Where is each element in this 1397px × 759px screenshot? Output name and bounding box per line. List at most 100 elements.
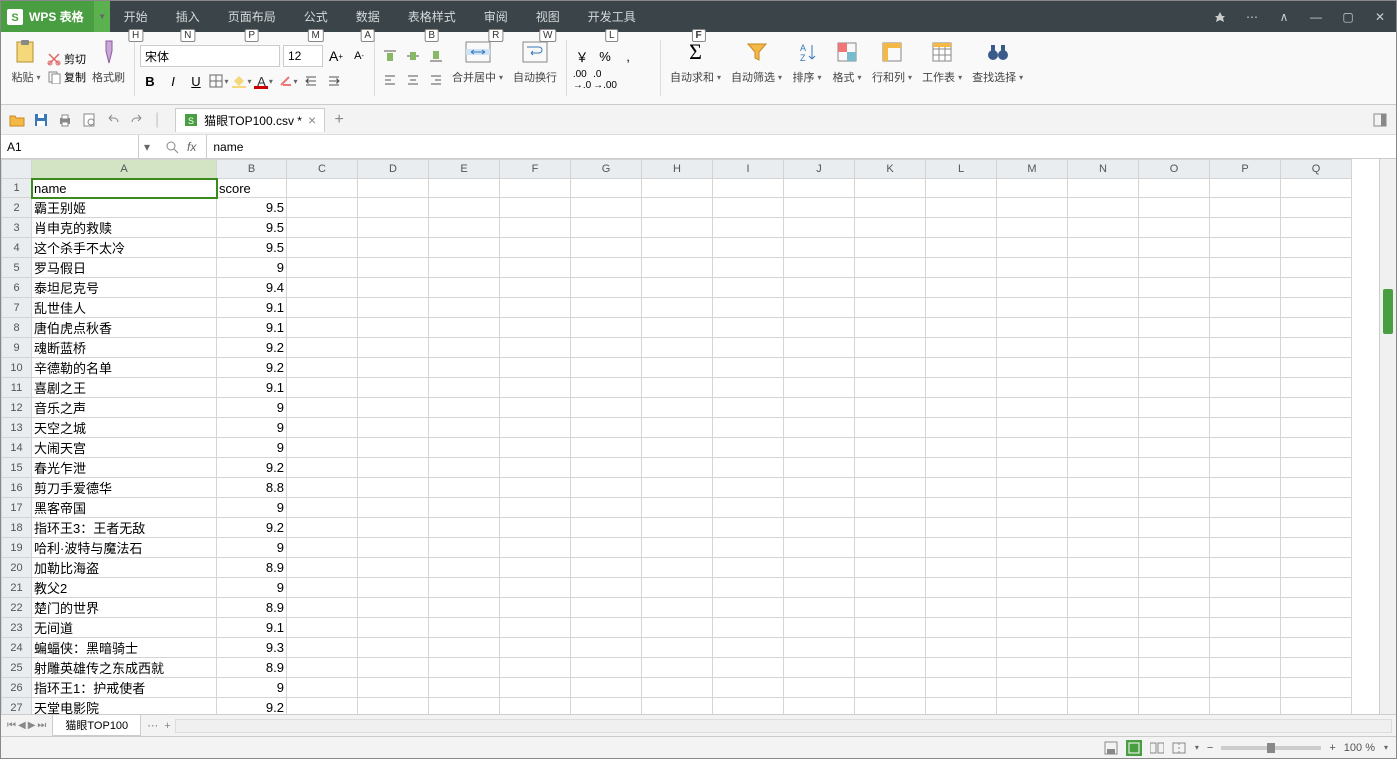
cell[interactable] (997, 298, 1068, 318)
row-header[interactable]: 1 (2, 179, 32, 198)
cell[interactable]: 9.2 (217, 358, 287, 378)
align-center-icon[interactable] (403, 70, 423, 90)
cell[interactable] (926, 618, 997, 638)
cell[interactable] (287, 298, 358, 318)
wrap-group[interactable]: 自动换行 (509, 35, 561, 101)
cell[interactable]: 8.9 (217, 598, 287, 618)
fill-color-button[interactable]: ▾ (232, 71, 252, 91)
horizontal-scrollbar[interactable] (175, 719, 1392, 733)
cell[interactable] (500, 338, 571, 358)
cell[interactable] (713, 638, 784, 658)
cell[interactable] (713, 678, 784, 698)
cell[interactable] (926, 179, 997, 198)
cell[interactable] (855, 638, 926, 658)
cell[interactable] (1139, 218, 1210, 238)
cell[interactable] (1068, 398, 1139, 418)
table-row[interactable]: 11喜剧之王9.1 (2, 378, 1352, 398)
table-row[interactable]: 15春光乍泄9.2 (2, 458, 1352, 478)
cell[interactable] (571, 258, 642, 278)
cell[interactable]: name (32, 179, 217, 198)
cell[interactable] (358, 198, 429, 218)
cell[interactable] (784, 258, 855, 278)
menu-tab-r[interactable]: 审阅R (470, 1, 522, 32)
table-row[interactable]: 14大闹天宫9 (2, 438, 1352, 458)
cell[interactable] (713, 578, 784, 598)
cell[interactable] (500, 698, 571, 715)
cell[interactable] (500, 438, 571, 458)
cell[interactable] (855, 298, 926, 318)
menu-tab-w[interactable]: 视图W (522, 1, 574, 32)
view-normal-icon[interactable] (1126, 740, 1142, 756)
cell[interactable] (1139, 658, 1210, 678)
cell[interactable] (1281, 518, 1352, 538)
cell[interactable] (1068, 478, 1139, 498)
formula-input[interactable]: name (207, 135, 1396, 158)
cell[interactable] (500, 398, 571, 418)
cell[interactable] (1139, 418, 1210, 438)
cell[interactable] (1139, 298, 1210, 318)
cell[interactable] (642, 678, 713, 698)
cell[interactable] (429, 298, 500, 318)
cell[interactable] (287, 378, 358, 398)
row-header[interactable]: 22 (2, 598, 32, 618)
cell[interactable] (713, 698, 784, 715)
cell[interactable] (1281, 578, 1352, 598)
cell[interactable] (642, 698, 713, 715)
cell[interactable] (500, 458, 571, 478)
cell[interactable] (926, 298, 997, 318)
row-header[interactable]: 25 (2, 658, 32, 678)
cell[interactable] (997, 698, 1068, 715)
cell[interactable] (713, 338, 784, 358)
sheet-tab[interactable]: 猫眼TOP100 (52, 715, 141, 736)
cell[interactable] (287, 338, 358, 358)
cell[interactable] (713, 398, 784, 418)
cell[interactable] (500, 179, 571, 198)
cell[interactable] (1068, 638, 1139, 658)
cell[interactable] (855, 338, 926, 358)
cell[interactable] (571, 298, 642, 318)
table-row[interactable]: 13天空之城9 (2, 418, 1352, 438)
cell[interactable] (429, 398, 500, 418)
cell[interactable] (429, 179, 500, 198)
cell[interactable] (855, 398, 926, 418)
cell[interactable] (500, 198, 571, 218)
cell[interactable] (1210, 338, 1281, 358)
cell[interactable] (784, 358, 855, 378)
cell[interactable] (287, 238, 358, 258)
cell[interactable] (642, 518, 713, 538)
zoom-level[interactable]: 100 % (1344, 742, 1375, 754)
cell[interactable] (1281, 598, 1352, 618)
cell[interactable] (429, 578, 500, 598)
col-header-M[interactable]: M (997, 160, 1068, 179)
font-color-button[interactable]: A▾ (255, 71, 275, 91)
cell[interactable] (997, 358, 1068, 378)
clear-format-icon[interactable]: ▾ (278, 71, 298, 91)
cell[interactable] (784, 598, 855, 618)
cell[interactable] (642, 438, 713, 458)
cell[interactable] (784, 179, 855, 198)
cell[interactable] (500, 658, 571, 678)
undo-icon[interactable] (103, 110, 123, 130)
cell[interactable] (997, 578, 1068, 598)
cell[interactable] (1139, 238, 1210, 258)
cell[interactable] (1139, 338, 1210, 358)
cell[interactable] (1210, 538, 1281, 558)
cell[interactable] (571, 478, 642, 498)
cell[interactable] (784, 198, 855, 218)
cell[interactable] (926, 678, 997, 698)
cell[interactable] (571, 698, 642, 715)
name-box-dropdown[interactable]: ▾ (139, 135, 155, 158)
cell[interactable] (1068, 218, 1139, 238)
cell[interactable]: 9.4 (217, 278, 287, 298)
app-badge[interactable]: S WPS 表格 F (1, 1, 94, 32)
table-row[interactable]: 2霸王别姬9.5 (2, 198, 1352, 218)
cell[interactable] (1210, 458, 1281, 478)
menu-tab-p[interactable]: 页面布局P (214, 1, 290, 32)
cell[interactable] (1139, 538, 1210, 558)
cell[interactable] (997, 458, 1068, 478)
cell[interactable] (997, 278, 1068, 298)
cell[interactable] (1210, 598, 1281, 618)
cell[interactable] (429, 278, 500, 298)
menu-tab-l[interactable]: 开发工具L (574, 1, 650, 32)
cell[interactable] (429, 558, 500, 578)
